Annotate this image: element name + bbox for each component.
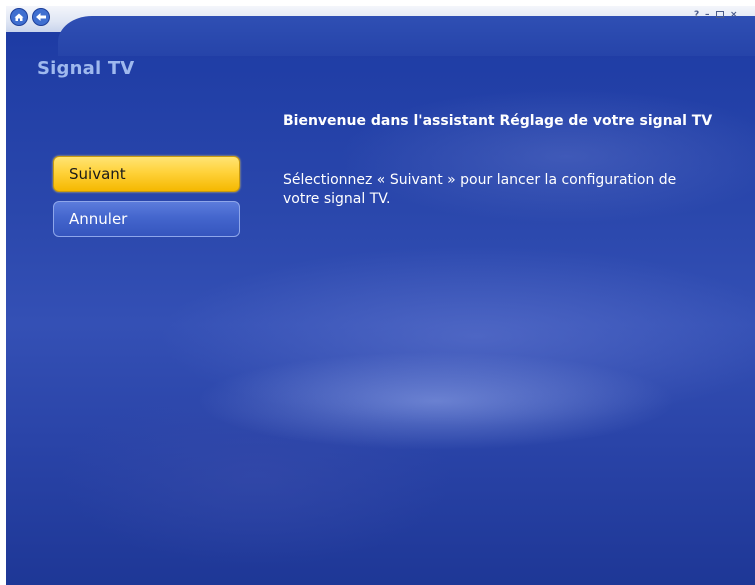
next-button[interactable]: Suivant — [53, 156, 240, 192]
home-icon[interactable] — [10, 8, 28, 26]
minimize-icon[interactable]: – — [705, 9, 713, 21]
back-arrow-icon[interactable] — [32, 8, 50, 26]
media-center-window: ? – × Signal TV Suivant Annuler Bienvenu… — [6, 6, 755, 585]
welcome-heading: Bienvenue dans l'assistant Réglage de vo… — [283, 113, 713, 129]
title-bar-curve — [58, 16, 755, 56]
close-icon[interactable]: × — [730, 9, 738, 21]
maximize-icon[interactable] — [716, 11, 724, 18]
welcome-description: Sélectionnez « Suivant » pour lancer la … — [283, 172, 677, 207]
help-icon[interactable]: ? — [694, 9, 702, 21]
cancel-button[interactable]: Annuler — [53, 201, 240, 237]
page-title: Signal TV — [37, 58, 135, 79]
